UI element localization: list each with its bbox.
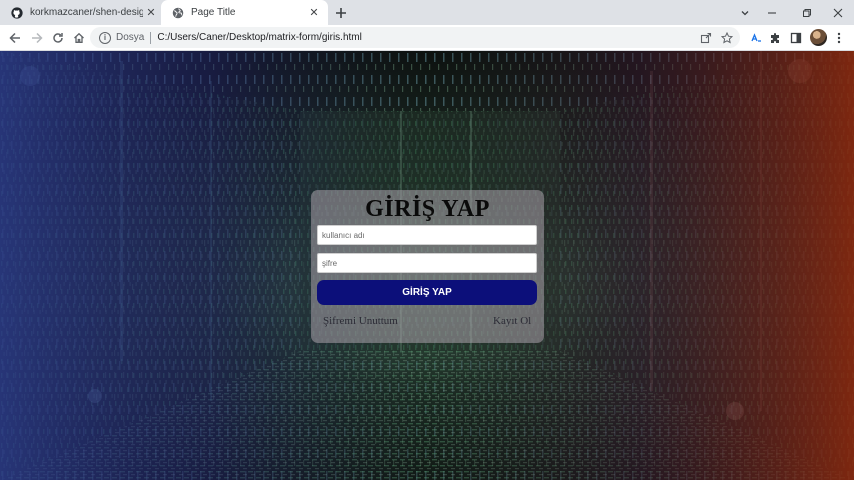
browser-toolbar: i Dosya C:/Users/Caner/Desktop/matrix-fo… [0, 25, 854, 51]
tab-title: Page Title [191, 7, 236, 18]
plus-icon [336, 8, 346, 18]
forward-button[interactable] [28, 29, 46, 47]
info-icon[interactable]: i [99, 31, 111, 44]
restore-button[interactable] [790, 0, 824, 25]
close-icon [833, 8, 843, 17]
side-panel-icon [790, 32, 802, 44]
github-icon [11, 6, 23, 19]
extensions-button[interactable] [767, 30, 783, 46]
home-button[interactable] [70, 29, 88, 47]
extension-button[interactable] [748, 30, 764, 46]
address-bar[interactable]: i Dosya C:/Users/Caner/Desktop/matrix-fo… [90, 27, 740, 48]
minimize-icon [768, 11, 776, 14]
tab-github[interactable]: korkmazcaner/shen-design ✕ [0, 0, 165, 25]
form-title: GİRİŞ YAP [365, 196, 490, 222]
chevron-down-icon [741, 10, 749, 15]
profile-avatar[interactable] [810, 29, 827, 46]
globe-icon [172, 7, 184, 18]
back-button[interactable] [6, 29, 24, 47]
divider [150, 31, 152, 44]
register-link[interactable]: Kayıt Ol [493, 315, 531, 327]
star-icon [721, 32, 733, 44]
forgot-password-link[interactable]: Şifremi Unuttum [323, 315, 398, 327]
side-panel-button[interactable] [788, 30, 804, 46]
close-tab-icon[interactable]: ✕ [143, 5, 159, 21]
page-viewport: GİRİŞ YAP GİRİŞ YAP Şifremi Unuttum Kayı… [0, 51, 854, 480]
bookmark-button[interactable] [719, 30, 735, 46]
password-input[interactable] [317, 253, 537, 273]
share-button[interactable] [698, 30, 714, 46]
tab-title: korkmazcaner/shen-design [30, 7, 143, 18]
puzzle-icon [771, 33, 779, 43]
login-button[interactable]: GİRİŞ YAP [317, 280, 537, 305]
tab-strip: korkmazcaner/shen-design ✕ Page Title ✕ [0, 0, 854, 25]
tab-page-title[interactable]: Page Title ✕ [161, 0, 328, 25]
translate-icon [751, 33, 761, 42]
close-window-button[interactable] [821, 0, 854, 25]
username-input[interactable] [317, 225, 537, 245]
more-vertical-icon [837, 32, 841, 44]
close-tab-icon[interactable]: ✕ [306, 5, 322, 21]
menu-button[interactable] [831, 30, 847, 46]
arrow-right-icon [32, 32, 43, 44]
arrow-left-icon [9, 32, 20, 44]
reload-icon [53, 33, 63, 43]
url-text[interactable]: C:/Users/Caner/Desktop/matrix-form/giris… [157, 32, 361, 43]
reload-button[interactable] [49, 29, 67, 47]
new-tab-button[interactable] [332, 4, 350, 22]
share-icon [700, 32, 712, 44]
restore-icon [803, 8, 811, 17]
home-icon [74, 32, 84, 43]
security-label: Dosya [116, 32, 145, 43]
minimize-button[interactable] [755, 0, 789, 25]
